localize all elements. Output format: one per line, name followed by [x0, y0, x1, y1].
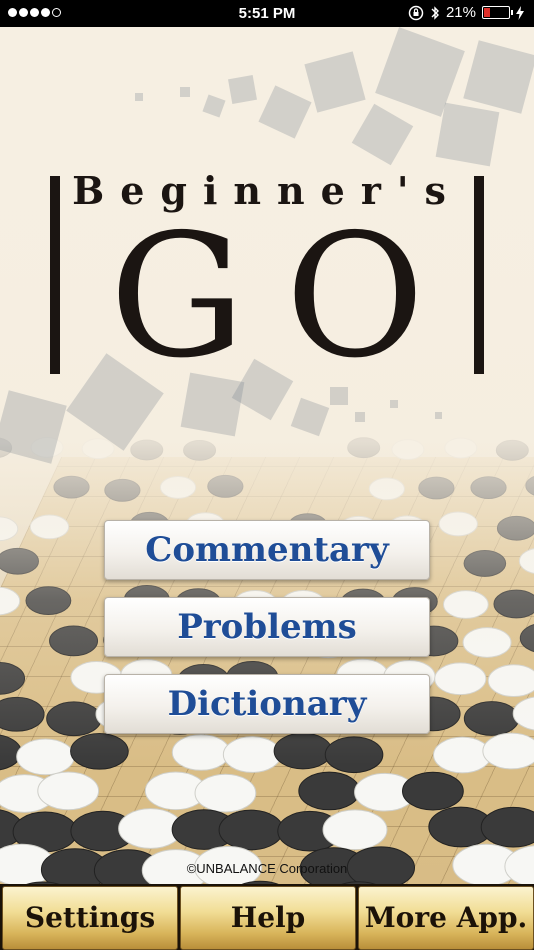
logo-bracket-left	[50, 176, 60, 374]
copyright-text: ©UNBALANCE Corporation	[186, 861, 348, 876]
orientation-lock-icon	[408, 5, 424, 20]
battery-icon	[482, 6, 513, 19]
settings-button[interactable]: Settings	[2, 886, 178, 950]
more-app-button[interactable]: More App.	[358, 886, 534, 950]
battery-percent: 21%	[445, 4, 476, 21]
status-bar: 5:51 PM 21%	[0, 0, 534, 27]
dictionary-button[interactable]: Dictionary	[104, 674, 430, 734]
bluetooth-icon	[431, 5, 439, 20]
problems-button[interactable]: Problems	[104, 597, 430, 657]
help-button[interactable]: Help	[180, 886, 356, 950]
commentary-button[interactable]: Commentary	[104, 520, 430, 580]
charging-bolt-icon	[516, 5, 524, 20]
background-artwork	[0, 27, 534, 950]
logo-title-go: GO	[109, 198, 465, 396]
